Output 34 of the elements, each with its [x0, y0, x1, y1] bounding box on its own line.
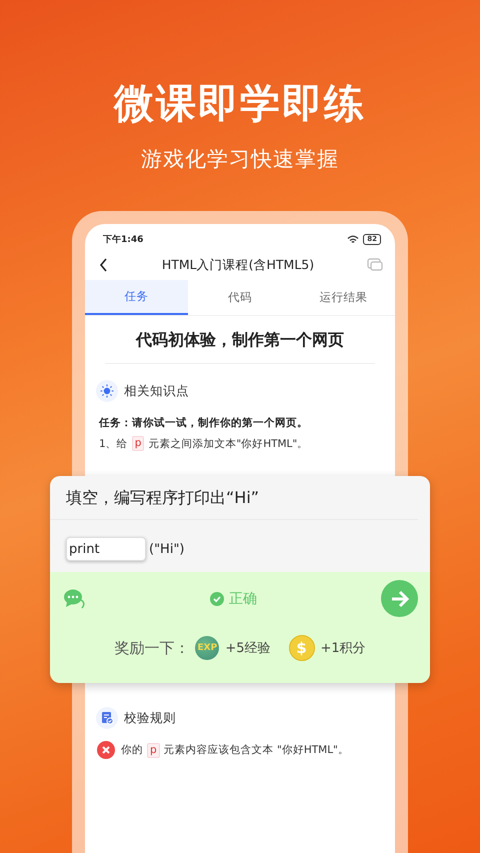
- result-text: 正确: [229, 590, 257, 608]
- coin-icon: $: [288, 635, 314, 661]
- chat-icon[interactable]: [367, 258, 383, 272]
- hero-subtitle: 游戏化学习快速掌握: [141, 146, 339, 173]
- code-text: ("Hi"): [149, 542, 184, 556]
- arrow-icon: [390, 590, 410, 608]
- lightbulb-icon: [96, 380, 118, 402]
- wifi-icon: [347, 234, 360, 244]
- next-button[interactable]: [381, 580, 418, 617]
- code-tag: p: [132, 436, 144, 451]
- answer-field[interactable]: print: [66, 537, 146, 561]
- reward-label: 奖励一下：: [114, 638, 190, 658]
- status-time: 下午1:46: [103, 234, 144, 246]
- step-text: 元素之间添加文本"你好HTML"。: [148, 436, 308, 450]
- rule-text: 元素内容应该包含文本 "你好HTML"。: [164, 743, 349, 757]
- step-text: 1、给: [99, 436, 128, 450]
- nav-title: HTML入门课程(含HTML5): [162, 256, 314, 274]
- task-text: 任务：请你试一试，制作你的第一个网页。: [98, 416, 309, 430]
- back-icon[interactable]: [99, 258, 109, 272]
- reward-text: +1积分: [320, 640, 366, 657]
- exp-badge: EXP: [195, 636, 220, 660]
- tab[interactable]: 任务: [85, 280, 188, 315]
- checklist-icon: [96, 707, 118, 729]
- question-text: 填空，编写程序打印出“Hi”: [50, 476, 418, 520]
- hero-title: 微课即学即练: [114, 80, 366, 129]
- reward-text: +5经验: [225, 640, 270, 657]
- chat-bubbles-icon[interactable]: [64, 588, 86, 608]
- code-tag: p: [147, 742, 160, 758]
- tab[interactable]: 代码: [188, 280, 292, 315]
- section-title: 相关知识点: [124, 382, 189, 400]
- rule-text: 你的: [121, 743, 143, 757]
- section-title: 校验规则: [124, 710, 176, 726]
- tab[interactable]: 运行结果: [292, 280, 395, 315]
- lesson-heading: 代码初体验，制作第一个网页: [105, 330, 375, 364]
